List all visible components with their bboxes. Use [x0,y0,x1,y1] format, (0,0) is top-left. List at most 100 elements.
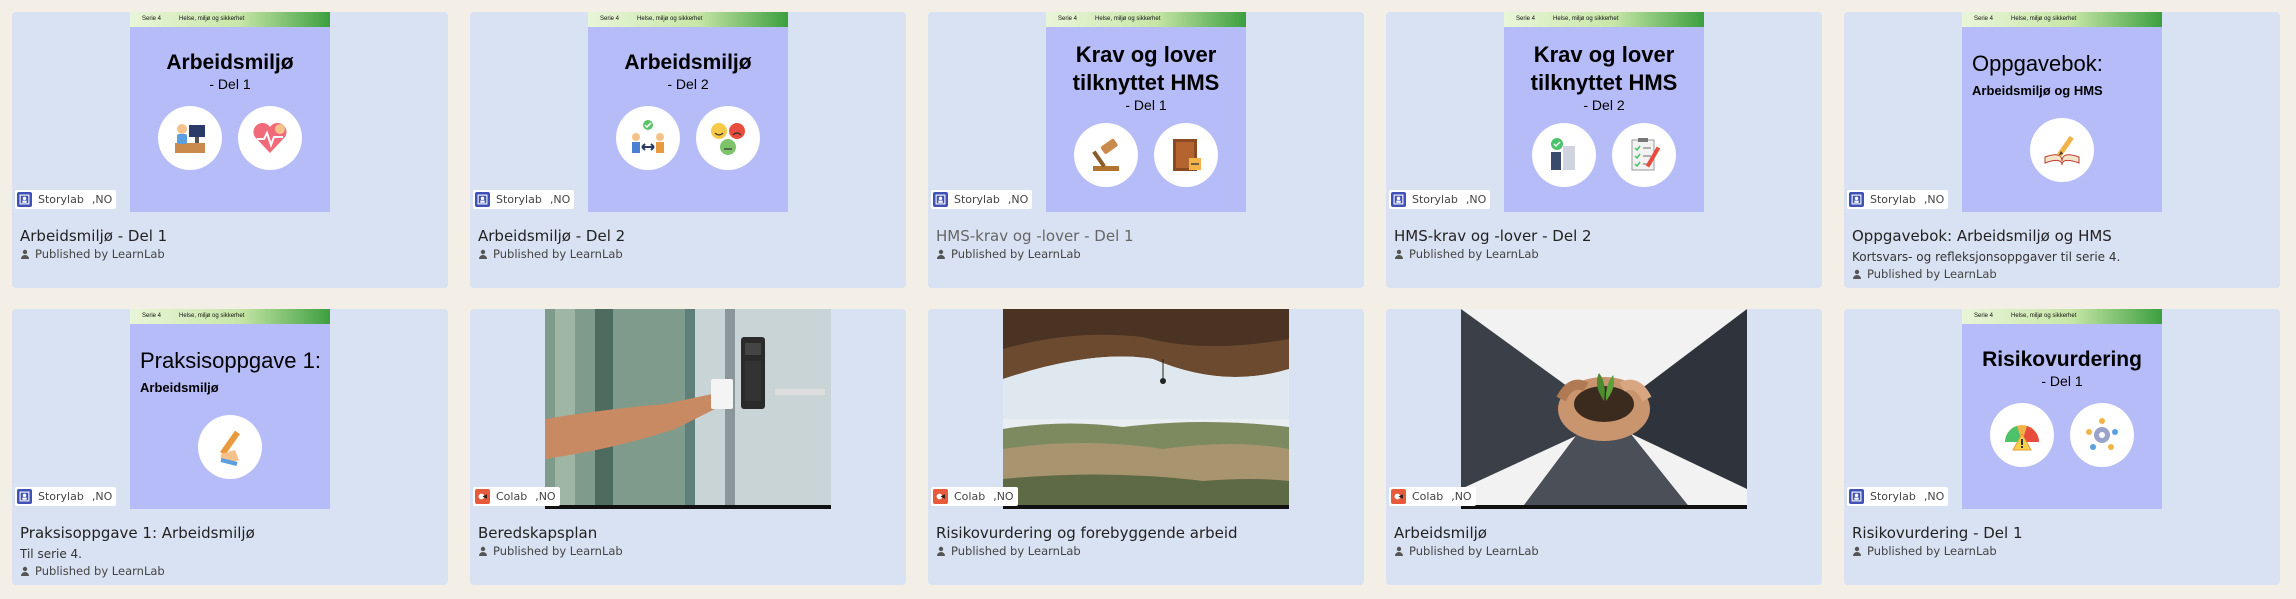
card-thumbnail[interactable]: Serie 4 Helse, miljø og sikkerhet Krav og… [928,12,1364,212]
source-badge: Colab ,NO [473,487,560,506]
source-badge: Storylab ,NO [15,487,117,506]
climber-cave-photo [1003,309,1289,509]
language-code: ,NO [91,193,113,206]
card-praksisoppgave-1[interactable]: Serie 4 Helse, miljø og sikkerhet Praksis… [12,309,448,585]
card-thumbnail[interactable]: Serie 4 Helse, miljø og sikkerhet Arbeids… [470,12,906,212]
card-title[interactable]: Arbeidsmiljø - Del 1 [20,227,440,245]
people-exchange-icon [616,106,680,170]
source-name: Colab [954,490,986,503]
language-code: ,NO [1465,193,1487,206]
language-code: ,NO [535,490,556,503]
source-name: Storylab [38,193,84,206]
person-icon [1395,249,1403,259]
card-title[interactable]: Beredskapsplan [478,524,898,542]
cover-title-line-1: Krav og lover [1533,42,1675,67]
card-risikovurdering-forebyggende[interactable]: Colab ,NO Risikovurdering og forebyggende… [928,309,1364,585]
cover-series-label: Serie 4 [600,16,620,22]
card-arbeidsmiljo[interactable]: Colab ,NO Arbeidsmiljø Published by Learn… [1386,309,1822,585]
card-thumbnail[interactable]: Serie 4 Helse, miljø og sikkerhet Risikov… [1844,309,2280,509]
storylab-logo-icon [1849,489,1864,504]
card-beredskapsplan[interactable]: Colab ,NO Beredskapsplan Published by Lea… [470,309,906,585]
cover-topic-label: Helse, miljø og sikkerhet [1553,16,1619,22]
publisher-prefix: Published by [1867,267,1941,281]
law-book-icon [1154,123,1218,187]
source-name: Storylab [1412,193,1458,206]
card-thumbnail[interactable]: Colab ,NO [470,309,906,509]
cover-topic-label: Helse, miljø og sikkerhet [2011,313,2077,319]
card-title[interactable]: Arbeidsmiljø - Del 2 [478,227,898,245]
card-thumbnail[interactable]: Colab ,NO [1386,309,1822,509]
publisher-prefix: Published by [951,247,1025,261]
card-thumbnail[interactable]: Serie 4 Helse, miljø og sikkerhet Oppgave… [1844,12,2280,212]
card-title[interactable]: Arbeidsmiljø [1394,524,1814,542]
card-hms-krav-del-1[interactable]: Serie 4 Helse, miljø og sikkerhet Krav og… [928,12,1364,288]
card-risikovurdering-del-1[interactable]: Serie 4 Helse, miljø og sikkerhet Risikov… [1844,309,2280,585]
cover-topic-label: Helse, miljø og sikkerhet [637,16,703,22]
colab-logo-icon [933,489,948,504]
person-icon [937,249,945,259]
cover-title-line-1: Krav og lover [1075,42,1217,67]
cover-series-label: Serie 4 [1974,313,1994,319]
card-arbeidsmiljo-del-2[interactable]: Serie 4 Helse, miljø og sikkerhet Arbeids… [470,12,906,288]
card-oppgavebok[interactable]: Serie 4 Helse, miljø og sikkerhet Oppgave… [1844,12,2280,288]
card-title[interactable]: Oppgavebok: Arbeidsmiljø og HMS [1852,227,2272,245]
cover-lead: Praksisoppgave 1: [140,348,321,373]
cover-series-label: Serie 4 [1974,16,1994,22]
card-thumbnail[interactable]: Serie 4 Helse, miljø og sikkerhet Praksis… [12,309,448,509]
publisher-name: LearnLab [1027,247,1081,261]
card-arbeidsmiljo-del-1[interactable]: Serie 4 Helse, miljø og sikkerhet Arbeids… [12,12,448,288]
cover-topic-label: Helse, miljø og sikkerhet [179,16,245,22]
cover-lead: Oppgavebok: [1972,51,2103,76]
card-title[interactable]: Risikovurdering og forebyggende arbeid [936,524,1356,542]
language-code: ,NO [1007,193,1029,206]
source-badge: Storylab ,NO [15,190,117,209]
cover-series-bar: Serie 4 Helse, miljø og sikkerhet [1504,12,1704,27]
person-icon [21,566,29,576]
cover-title: Krav og lover tilknyttet HMS [1504,41,1704,97]
source-name: Storylab [1870,490,1916,503]
person-icon [21,249,29,259]
publisher-line: Published by LearnLab [478,544,898,558]
person-icon [1853,546,1861,556]
storylab-logo-icon [933,192,948,207]
cover-image: Serie 4 Helse, miljø og sikkerhet Praksis… [130,309,330,509]
card-title[interactable]: HMS-krav og -lover - Del 1 [936,227,1356,245]
storylab-logo-icon [17,489,32,504]
cover-series-bar: Serie 4 Helse, miljø og sikkerhet [130,309,330,324]
source-name: Colab [496,490,528,503]
cover-image: Serie 4 Helse, miljø og sikkerhet Arbeids… [588,12,788,212]
card-thumbnail[interactable]: Colab ,NO [928,309,1364,509]
publisher-prefix: Published by [493,544,567,558]
person-icon [479,249,487,259]
source-badge: Storylab ,NO [473,190,575,209]
language-code: ,NO [1923,193,1945,206]
language-code: ,NO [1451,490,1472,503]
cover-topic-label: Helse, miljø og sikkerhet [179,313,245,319]
publisher-prefix: Published by [35,247,109,261]
cover-title: Risikovurdering [1982,348,2142,371]
source-badge: Storylab ,NO [1847,190,1949,209]
gavel-icon [1074,123,1138,187]
publisher-name: LearnLab [1943,544,1997,558]
colab-logo-icon [475,489,490,504]
publisher-name: LearnLab [1485,247,1539,261]
card-thumbnail[interactable]: Serie 4 Helse, miljø og sikkerhet Krav og… [1386,12,1822,212]
cover-series-label: Serie 4 [1058,16,1078,22]
card-hms-krav-del-2[interactable]: Serie 4 Helse, miljø og sikkerhet Krav og… [1386,12,1822,288]
card-title[interactable]: HMS-krav og -lover - Del 2 [1394,227,1814,245]
storylab-logo-icon [1391,192,1406,207]
card-title[interactable]: Praksisoppgave 1: Arbeidsmiljø [20,524,440,542]
cover-subtitle: - Del 1 [1125,97,1167,113]
cover-title: Arbeidsmiljø [166,51,294,74]
colab-logo-icon [1391,489,1406,504]
card-thumbnail[interactable]: Serie 4 Helse, miljø og sikkerhet Arbeids… [12,12,448,212]
publisher-prefix: Published by [493,247,567,261]
publisher-line: Published by LearnLab [936,247,1356,261]
card-description: Til serie 4. [20,547,82,561]
card-title[interactable]: Risikovurdering - Del 1 [1852,524,2272,542]
storylab-logo-icon [1849,192,1864,207]
cover-image: Serie 4 Helse, miljø og sikkerhet Krav og… [1504,12,1704,212]
publisher-name: LearnLab [111,247,165,261]
heart-health-icon [238,106,302,170]
cover-image: Serie 4 Helse, miljø og sikkerhet Krav og… [1046,12,1246,212]
